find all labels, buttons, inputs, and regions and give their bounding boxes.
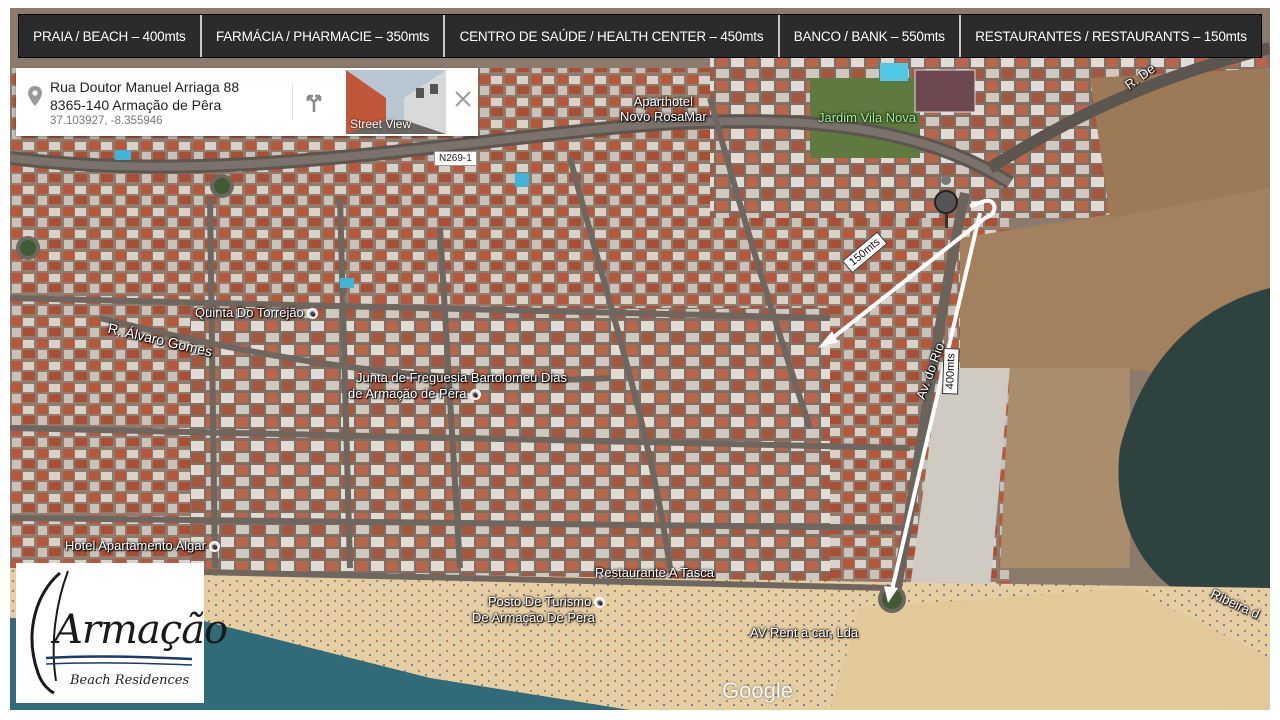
distance-beach: PRAIA / BEACH – 400mts: [19, 15, 202, 57]
directions-icon: [306, 94, 322, 112]
distance-pharmacy: FARMÁCIA / PHARMACIE – 350mts: [202, 15, 446, 57]
street-view-thumbnail[interactable]: Street View: [346, 70, 446, 134]
directions-button[interactable]: [292, 84, 335, 120]
map-label-junta-1[interactable]: Junta de Freguesia Bartolomeu Dias: [356, 370, 567, 385]
address-line-1: Rua Doutor Manuel Arriaga 88: [50, 79, 240, 95]
map-label-aparthotel[interactable]: Aparthotel Novo RosaMar: [620, 94, 707, 124]
map-label-posto-2[interactable]: De Armação De Pêra: [472, 610, 595, 625]
distance-bar: PRAIA / BEACH – 400mts FARMÁCIA / PHARMA…: [18, 14, 1262, 58]
google-watermark: Google: [722, 678, 793, 703]
distance-bank: BANCO / BANK – 550mts: [780, 15, 962, 57]
map-label-junta-2[interactable]: de Armação de Pêra ●: [348, 386, 481, 401]
logo-subtitle: Beach Residences: [70, 673, 190, 688]
map-label-quinta[interactable]: Quinta Do Torrejão ●: [195, 305, 318, 320]
close-icon: [455, 91, 471, 107]
map-frame: Aparthotel Novo RosaMar Jardim Vila Nova…: [10, 8, 1270, 710]
address-line-2: 8365-140 Armação de Pêra: [50, 97, 222, 113]
map-label-restaurante[interactable]: Restaurante A Tasca: [595, 565, 714, 580]
map-label-av-rent[interactable]: AV Rent a car, Lda: [750, 625, 858, 640]
road-sign-n269: N269-1: [434, 151, 477, 166]
map-label-hotel-algar[interactable]: Hotel Apartamento Algar ●: [65, 538, 220, 553]
coordinates: 37.103927, -8.355946: [50, 115, 163, 127]
distance-badge-beach: 400mts: [942, 347, 960, 395]
distance-restaurants: RESTAURANTES / RESTAURANTS – 150mts: [975, 28, 1247, 44]
map-label-posto-1[interactable]: Posto De Turismo ●: [488, 594, 606, 609]
map-label-jardim[interactable]: Jardim Vila Nova: [818, 110, 916, 125]
address-info-card: Rua Doutor Manuel Arriaga 88 8365-140 Ar…: [16, 68, 478, 136]
street-view-label: Street View: [350, 117, 412, 131]
armacao-logo: Armação Beach Residences: [16, 563, 228, 703]
logo-wordmark: Armação: [54, 607, 228, 653]
close-button[interactable]: [452, 88, 474, 110]
location-pin-icon: [28, 86, 42, 111]
distance-health-center: CENTRO DE SAÚDE / HEALTH CENTER – 450mts: [445, 15, 780, 57]
